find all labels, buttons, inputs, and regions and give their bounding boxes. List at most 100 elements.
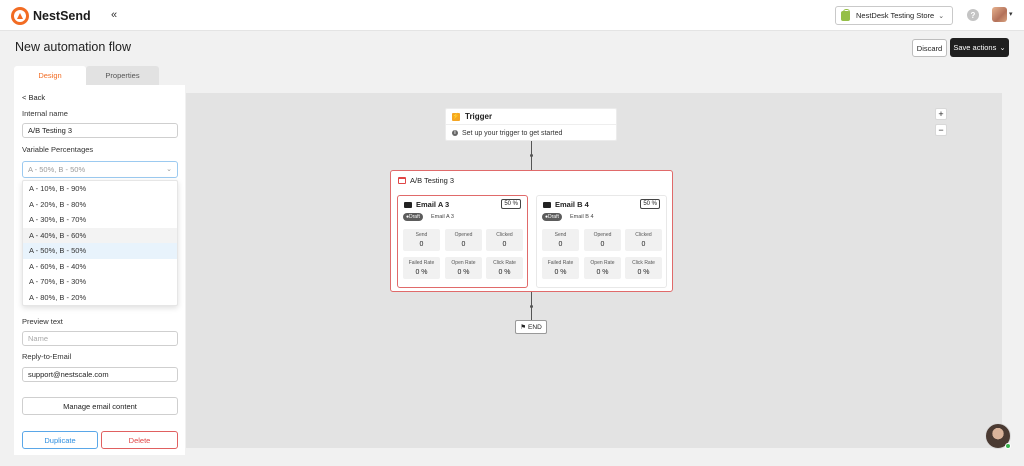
email-a-card[interactable]: Email A 3 50 % ● Draft Email A 3 Send 0 O…: [397, 195, 528, 288]
status-label: Draft: [548, 214, 559, 220]
email-title: Email A 3: [404, 200, 449, 209]
trigger-node[interactable]: ⚡ Trigger i Set up your trigger to get s…: [445, 108, 617, 141]
stat-card: Failed Rate 0 %: [403, 257, 440, 279]
percent-badge: 50 %: [640, 199, 660, 209]
collapse-sidebar-icon[interactable]: «: [111, 9, 117, 21]
stat-card: Send 0: [542, 229, 579, 251]
trigger-header: ⚡ Trigger: [446, 109, 616, 125]
flag-icon: ⚑: [520, 324, 527, 331]
stat-label: Failed Rate: [547, 260, 574, 266]
stat-value: 0 %: [498, 269, 511, 276]
internal-name-field[interactable]: A/B Testing 3: [22, 123, 178, 138]
stat-card: Clicked 0: [625, 229, 662, 251]
variable-percentages-label: Variable Percentages: [22, 145, 94, 154]
trigger-subtitle-row: i Set up your trigger to get started: [446, 125, 616, 141]
stat-card: Click Rate 0 %: [486, 257, 523, 279]
email-b-card[interactable]: Email B 4 50 % ● Draft Email B 4 Send 0 O…: [536, 195, 667, 288]
email-title-text: Email B 4: [555, 200, 589, 209]
stat-label: Failed Rate: [408, 260, 435, 266]
stat-label: Click Rate: [632, 260, 655, 266]
ab-testing-title: A/B Testing 3: [410, 176, 455, 185]
stat-label: Click Rate: [493, 260, 516, 266]
page-title: New automation flow: [15, 40, 132, 54]
save-actions-button[interactable]: Save actions ⌄: [950, 38, 1009, 57]
store-name: NestDesk Testing Store: [856, 11, 935, 20]
stat-label: Send: [415, 232, 428, 238]
dropdown-option[interactable]: A - 40%, B - 60%: [23, 227, 177, 243]
back-link[interactable]: < Back: [22, 93, 45, 102]
variable-percentages-dropdown: A - 10%, B - 90% A - 20%, B - 80% A - 30…: [22, 180, 178, 306]
delete-button[interactable]: Delete: [101, 431, 178, 449]
percent-badge: 50 %: [501, 199, 521, 209]
user-avatar[interactable]: [992, 7, 1007, 22]
end-label: END: [528, 323, 542, 331]
stat-card: Send 0: [403, 229, 440, 251]
stat-card: Failed Rate 0 %: [542, 257, 579, 279]
tab-design[interactable]: Design: [14, 66, 86, 85]
email-title-text: Email A 3: [416, 200, 450, 209]
end-node[interactable]: ⚑ END: [515, 320, 547, 334]
envelope-icon: [543, 201, 551, 208]
stat-card: Open Rate 0 %: [445, 257, 482, 279]
stat-value: 0: [600, 241, 605, 248]
connector-dot: [530, 154, 533, 157]
top-bar: NestSend « NestDesk Testing Store ⌄ ? ▾: [0, 0, 1024, 31]
email-name: Email B 4: [570, 214, 594, 220]
stat-value: 0: [419, 241, 424, 248]
dropdown-option-selected[interactable]: A - 50%, B - 50%: [23, 243, 177, 259]
chevron-down-icon[interactable]: ▾: [1009, 10, 1013, 18]
store-selector[interactable]: NestDesk Testing Store ⌄: [835, 6, 953, 25]
tab-properties[interactable]: Properties: [86, 66, 159, 85]
reply-to-email-field[interactable]: support@nestscale.com: [22, 367, 178, 382]
dropdown-option[interactable]: A - 80%, B - 20%: [23, 290, 177, 306]
status-label: Draft: [409, 214, 420, 220]
stat-card: Clicked 0: [486, 229, 523, 251]
stat-value: 0 %: [554, 269, 567, 276]
shopify-bag-icon: [841, 8, 850, 21]
save-actions-label: Save actions: [953, 43, 997, 52]
dropdown-option[interactable]: A - 60%, B - 40%: [23, 259, 177, 275]
preview-text-label: Preview text: [22, 317, 63, 326]
email-name: Email A 3: [431, 214, 454, 220]
email-title: Email B 4: [543, 200, 589, 209]
discard-button[interactable]: Discard: [912, 39, 947, 57]
stat-label: Open Rate: [451, 260, 476, 266]
zoom-out-button[interactable]: −: [935, 124, 947, 136]
status-badge: ● Draft: [403, 213, 423, 221]
manage-email-content-button[interactable]: Manage email content: [22, 397, 178, 415]
stat-label: Clicked: [496, 232, 513, 238]
stat-value: 0: [502, 241, 507, 248]
chevron-down-icon: ⌄: [166, 166, 172, 173]
stat-value: 0 %: [596, 269, 609, 276]
dropdown-option[interactable]: A - 30%, B - 70%: [23, 212, 177, 228]
status-badge: ● Draft: [542, 213, 562, 221]
variable-percentages-value: A - 50%, B - 50%: [28, 165, 86, 174]
dropdown-option[interactable]: A - 70%, B - 30%: [23, 274, 177, 290]
stat-label: Clicked: [635, 232, 652, 238]
dropdown-option[interactable]: A - 20%, B - 80%: [23, 197, 177, 213]
stat-label: Send: [554, 232, 567, 238]
envelope-icon: [404, 201, 412, 208]
dropdown-option[interactable]: A - 10%, B - 90%: [23, 181, 177, 197]
stat-label: Opened: [454, 232, 473, 238]
preview-text-field[interactable]: Name: [22, 331, 178, 346]
stat-value: 0: [641, 241, 646, 248]
trigger-subtitle: Set up your trigger to get started: [462, 129, 563, 137]
stat-value: 0 %: [637, 269, 650, 276]
zoom-in-button[interactable]: +: [935, 108, 947, 120]
help-icon[interactable]: ?: [967, 9, 979, 21]
duplicate-button[interactable]: Duplicate: [22, 431, 98, 449]
chevron-down-icon: ⌄: [999, 43, 1006, 52]
trigger-title: Trigger: [465, 112, 493, 121]
ab-testing-header: A/B Testing 3: [398, 176, 454, 185]
stat-card: Opened 0: [584, 229, 621, 251]
brand-name: NestSend: [33, 9, 91, 23]
chevron-down-icon: ⌄: [938, 12, 945, 20]
stat-value: 0: [558, 241, 563, 248]
online-status-icon: [1005, 443, 1011, 449]
nestsend-logo-icon[interactable]: [11, 7, 29, 25]
stat-value: 0: [461, 241, 466, 248]
internal-name-label: Internal name: [22, 109, 68, 118]
ab-testing-node[interactable]: A/B Testing 3 Email A 3 50 % ● Draft Ema…: [390, 170, 673, 292]
variable-percentages-select[interactable]: A - 50%, B - 50% ⌄: [22, 161, 178, 178]
